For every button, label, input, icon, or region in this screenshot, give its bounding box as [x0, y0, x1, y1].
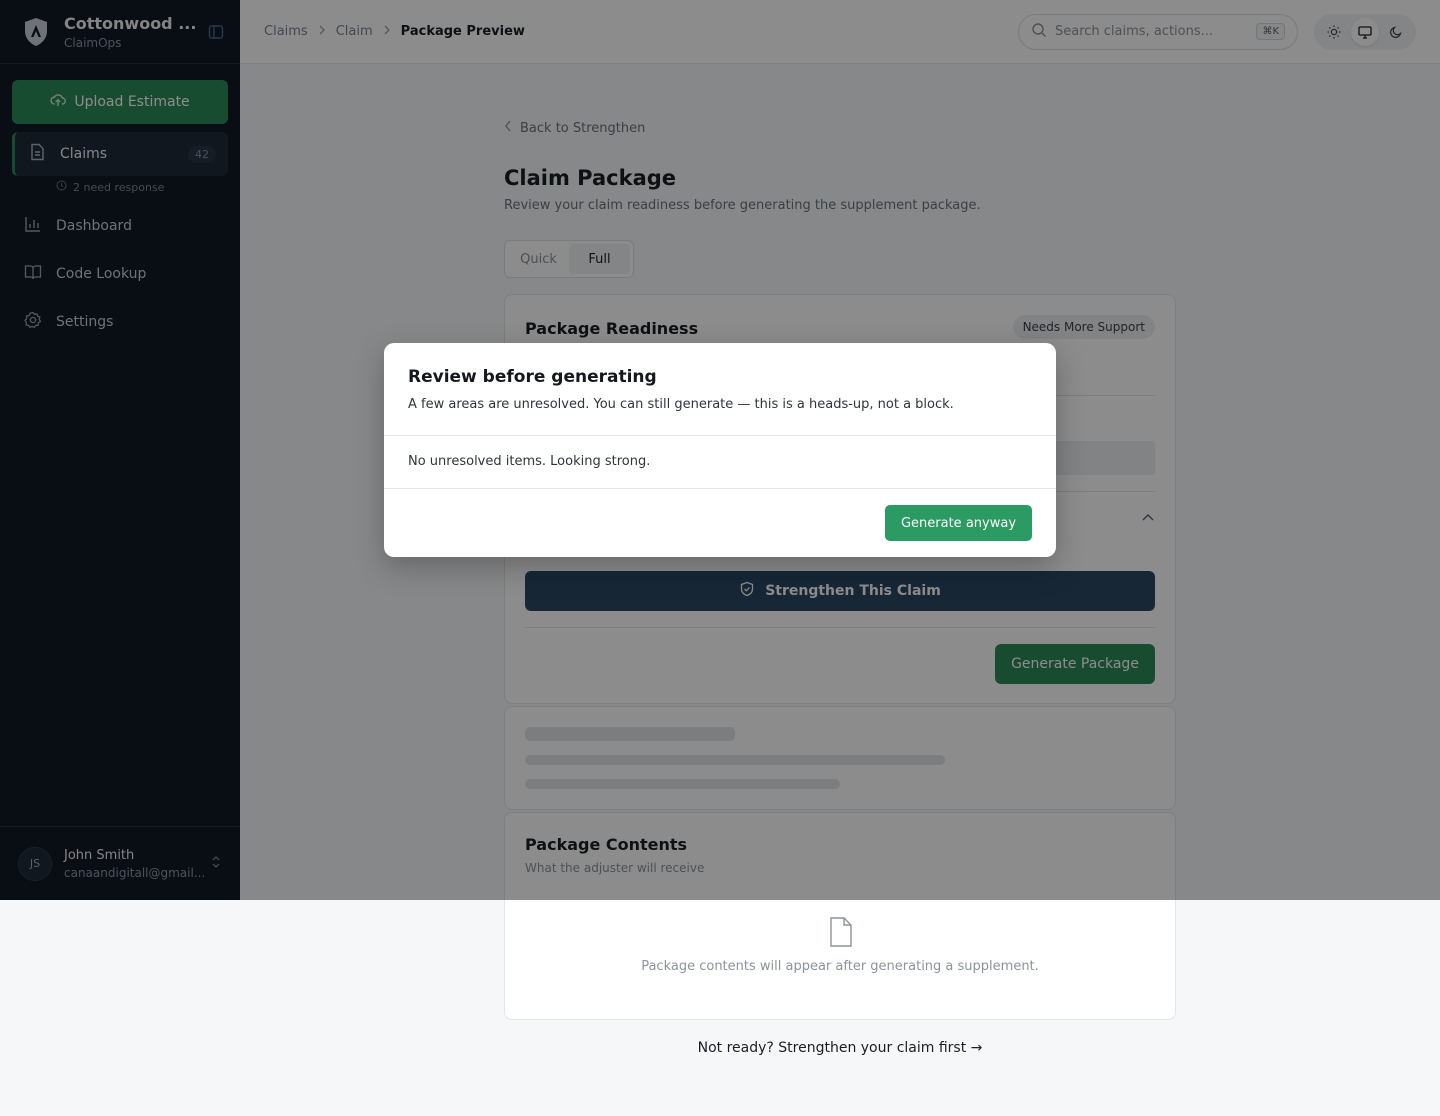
review-dialog: Review before generating A few areas are…	[384, 343, 1056, 557]
divider	[384, 435, 1056, 436]
dialog-title: Review before generating	[408, 367, 657, 387]
dialog-description: A few areas are unresolved. You can stil…	[408, 397, 954, 412]
contents-empty-state: Package contents will appear after gener…	[641, 959, 1039, 974]
divider	[384, 488, 1056, 489]
file-icon	[829, 917, 853, 951]
generate-anyway-button[interactable]: Generate anyway	[885, 505, 1032, 541]
strengthen-first-link[interactable]: Not ready? Strengthen your claim first →	[504, 1040, 1176, 1056]
dialog-body: No unresolved items. Looking strong.	[408, 454, 651, 469]
